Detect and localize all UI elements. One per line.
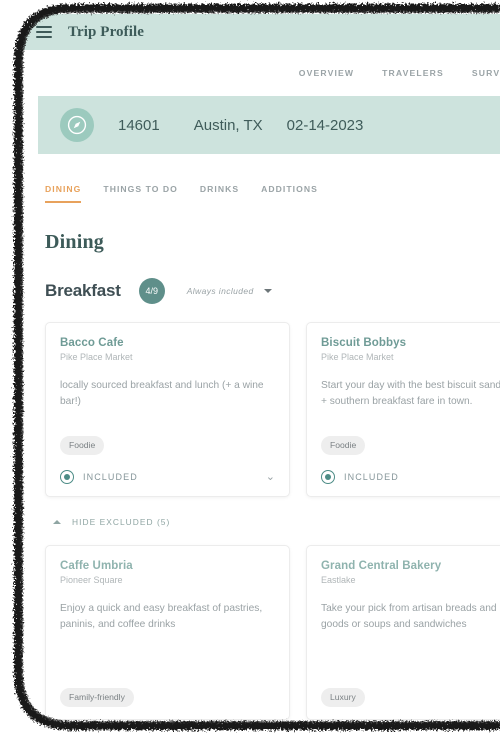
venue-title: Caffe Umbria	[60, 560, 133, 572]
hamburger-icon[interactable]	[36, 26, 52, 38]
tab-things-to-do[interactable]: THINGS TO DO	[103, 184, 178, 203]
included-card-grid: Bacco Cafe Pike Place Market locally sou…	[38, 322, 500, 497]
compass-icon	[60, 108, 94, 142]
excluded-card-grid: Caffe Umbria Pioneer Square Enjoy a quic…	[38, 545, 500, 720]
venue-tag: Family-friendly	[60, 688, 134, 707]
device-frame: Trip Profile OVERVIEW TRAVELERS SURVEY 1…	[0, 0, 500, 734]
venue-status-row: INCLUDED ⌄	[321, 470, 500, 484]
tab-additions[interactable]: ADDITIONS	[261, 184, 318, 203]
included-label: INCLUDED	[344, 472, 399, 482]
card-spacer	[321, 633, 500, 674]
trip-location: Austin, TX	[193, 116, 263, 134]
card-spacer	[60, 633, 275, 674]
venue-tag: Foodie	[60, 436, 105, 455]
card-spacer	[321, 410, 500, 422]
included-radio[interactable]	[60, 470, 74, 484]
venue-card[interactable]: Grand Central Bakery Eastlake Take your …	[306, 545, 500, 720]
tab-drinks[interactable]: DRINKS	[200, 184, 239, 203]
section-title: Dining	[45, 231, 105, 253]
venue-title: Grand Central Bakery	[321, 560, 442, 572]
venue-title: Bacco Cafe	[60, 337, 124, 349]
tab-dining[interactable]: DINING	[45, 184, 82, 203]
venue-description: Take your pick from artisan breads and b…	[321, 603, 500, 630]
app-bar: Trip Profile	[22, 14, 500, 50]
included-radio[interactable]	[321, 470, 335, 484]
venue-neighborhood: Pike Place Market	[321, 352, 394, 362]
chevron-down-icon[interactable]	[263, 289, 272, 293]
category-tabs: DINING THINGS TO DO DRINKS ADDITIONS	[38, 154, 500, 203]
nav-item-travelers[interactable]: TRAVELERS	[382, 68, 444, 78]
group-count-badge: 4/9	[138, 278, 165, 304]
always-included-label[interactable]: Always included	[187, 286, 254, 296]
included-label: INCLUDED	[83, 472, 138, 482]
trip-id: 14601	[118, 116, 160, 134]
venue-neighborhood: Pike Place Market	[60, 352, 133, 362]
top-nav: OVERVIEW TRAVELERS SURVEY	[22, 50, 500, 96]
venue-card[interactable]: Biscuit Bobbys Pike Place Market Start y…	[306, 322, 500, 497]
venue-description: Start your day with the best biscuit san…	[321, 380, 500, 407]
page-title: Trip Profile	[68, 23, 145, 40]
venue-neighborhood: Pioneer Square	[60, 575, 123, 585]
venue-description: locally sourced breakfast and lunch (+ a…	[60, 380, 264, 407]
venue-neighborhood: Eastlake	[321, 575, 356, 585]
chevron-up-icon	[53, 520, 61, 524]
venue-card[interactable]: Bacco Cafe Pike Place Market locally sou…	[45, 322, 290, 497]
venue-tag: Foodie	[321, 436, 366, 455]
trip-date: 02-14-2023	[286, 116, 364, 134]
nav-item-overview[interactable]: OVERVIEW	[299, 68, 354, 78]
venue-description: Enjoy a quick and easy breakfast of past…	[60, 603, 263, 630]
content-area: DINING THINGS TO DO DRINKS ADDITIONS Din…	[22, 154, 500, 720]
hide-excluded-toggle[interactable]: HIDE EXCLUDED (5)	[38, 517, 500, 527]
chevron-down-icon[interactable]: ⌄	[266, 471, 275, 483]
group-name: Breakfast	[45, 281, 121, 300]
nav-item-survey[interactable]: SURVEY	[472, 68, 500, 78]
venue-card[interactable]: Caffe Umbria Pioneer Square Enjoy a quic…	[45, 545, 290, 720]
venue-status-row: INCLUDED ⌄	[60, 470, 275, 484]
venue-tag: Luxury	[321, 688, 365, 707]
group-header: Breakfast 4/9 Always included	[38, 278, 500, 304]
card-spacer	[60, 410, 275, 422]
hide-excluded-label: HIDE EXCLUDED (5)	[72, 517, 171, 527]
trip-banner: 14601 Austin, TX 02-14-2023	[38, 96, 500, 154]
app-window: Trip Profile OVERVIEW TRAVELERS SURVEY 1…	[22, 14, 500, 720]
venue-title: Biscuit Bobbys	[321, 337, 407, 349]
